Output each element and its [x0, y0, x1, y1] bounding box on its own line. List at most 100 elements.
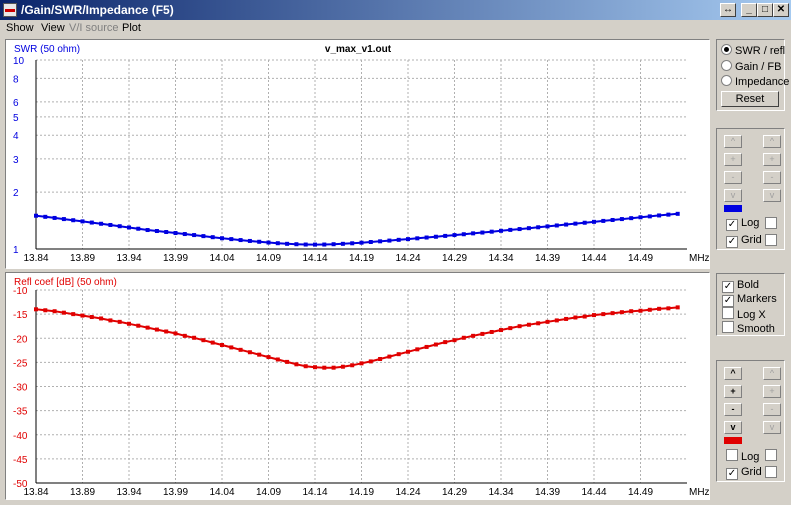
- x-tick-label: 14.24: [395, 253, 420, 264]
- restore-size-button[interactable]: ↔: [720, 3, 736, 17]
- menu-vi-source[interactable]: V/I source: [69, 22, 119, 34]
- data-point: [443, 340, 448, 345]
- title-bar[interactable]: /Gain/SWR/Impedance (F5) ↔ _ □ ✕: [0, 0, 791, 20]
- menu-bar: Show View V/I source Plot: [0, 20, 791, 37]
- right-scale-plus-button[interactable]: +: [763, 153, 781, 166]
- left-scale-up-button[interactable]: ^: [724, 135, 742, 148]
- refl-coef-plot[interactable]: -10 -15 -20 -25 -30 -35 -40 -45 -50 13.84 13.89 13.…: [5, 272, 710, 500]
- data-point: [517, 324, 522, 329]
- radio-label: Impedance: [735, 76, 790, 88]
- data-point: [173, 231, 178, 236]
- data-point: [136, 226, 141, 231]
- data-point: [415, 347, 420, 352]
- log-checkbox[interactable]: ✓ Log: [726, 217, 760, 231]
- grid-right-checkbox[interactable]: [765, 234, 780, 247]
- left-scale-plus-button[interactable]: +: [724, 153, 742, 166]
- data-point: [350, 241, 355, 246]
- y-tick-label: 2: [13, 188, 19, 199]
- data-point: [313, 242, 317, 247]
- data-point: [192, 335, 197, 340]
- minimize-button[interactable]: _: [741, 3, 757, 17]
- radio-impedance[interactable]: Impedance: [721, 75, 789, 89]
- data-point: [666, 306, 671, 311]
- smooth-checkbox[interactable]: Smooth: [722, 321, 775, 335]
- data-point: [61, 310, 66, 315]
- menu-show[interactable]: Show: [6, 22, 34, 34]
- data-point: [471, 333, 476, 338]
- menu-plot[interactable]: Plot: [122, 22, 141, 34]
- right-scale-up-button[interactable]: ^: [763, 367, 781, 380]
- y-tick-label: -40: [13, 431, 28, 442]
- data-point: [257, 352, 262, 357]
- data-point: [201, 338, 206, 343]
- y-tick-label: 4: [13, 131, 19, 142]
- right-scale-plus-button[interactable]: +: [763, 385, 781, 398]
- markers-checkbox[interactable]: ✓ Markers: [722, 293, 777, 307]
- x-tick-label: 14.29: [442, 487, 467, 498]
- data-point: [266, 355, 271, 360]
- log-x-checkbox[interactable]: Log X: [722, 307, 766, 321]
- checkbox-box: ✓: [722, 295, 734, 307]
- left-scale-up-button[interactable]: ^: [724, 367, 742, 380]
- log-right-checkbox[interactable]: [765, 217, 780, 230]
- grid-right-checkbox[interactable]: [765, 466, 780, 479]
- menu-view[interactable]: View: [41, 22, 65, 34]
- right-scale-down-button[interactable]: v: [763, 421, 781, 434]
- data-point: [424, 235, 429, 240]
- series-color-swatch[interactable]: [724, 437, 742, 444]
- left-scale-down-button[interactable]: v: [724, 421, 742, 434]
- reset-button[interactable]: Reset: [721, 91, 779, 107]
- data-point: [592, 219, 596, 224]
- data-point: [127, 225, 131, 230]
- swr-plot[interactable]: 1 2 3 4 5 6 8 10 13.84 13.89 13.94 13.99 14.04 14.09 1…: [5, 39, 710, 269]
- data-point: [359, 240, 364, 245]
- right-scale-up-button[interactable]: ^: [763, 135, 781, 148]
- left-scale-plus-button[interactable]: +: [724, 385, 742, 398]
- data-point: [499, 328, 503, 333]
- checkbox-box: [765, 449, 777, 461]
- x-tick-label: 14.49: [628, 487, 653, 498]
- log-right-checkbox[interactable]: [765, 449, 780, 462]
- data-point: [108, 318, 113, 323]
- data-point: [675, 211, 680, 216]
- x-tick-label: 14.19: [349, 253, 374, 264]
- data-point: [164, 329, 169, 334]
- checkbox-label: Log: [741, 217, 760, 229]
- data-point: [61, 217, 66, 222]
- left-scale-minus-button[interactable]: -: [724, 171, 742, 184]
- right-scale-minus-button[interactable]: -: [763, 171, 781, 184]
- data-point: [508, 326, 513, 331]
- data-point: [564, 316, 569, 321]
- data-point: [536, 321, 541, 326]
- data-point: [275, 357, 280, 362]
- window-title: /Gain/SWR/Impedance (F5): [21, 3, 174, 17]
- data-point: [247, 238, 252, 243]
- left-scale-down-button[interactable]: v: [724, 189, 742, 202]
- bold-checkbox[interactable]: ✓ Bold: [722, 279, 759, 293]
- swr-chart: 1 2 3 4 5 6 8 10 13.84 13.89 13.94 13.99 14.04 14.09 1…: [13, 44, 710, 264]
- maximize-button[interactable]: □: [757, 3, 773, 17]
- grid-checkbox[interactable]: ✓ Grid: [726, 466, 762, 480]
- data-point: [80, 219, 85, 224]
- left-scale-minus-button[interactable]: -: [724, 403, 742, 416]
- series-color-swatch[interactable]: [724, 205, 742, 212]
- right-scale-down-button[interactable]: v: [763, 189, 781, 202]
- plot-options-panel: ✓ Bold ✓ Markers Log X Smooth: [716, 273, 785, 336]
- x-tick-label: 13.89: [70, 253, 95, 264]
- data-point: [378, 356, 383, 361]
- data-point: [192, 233, 197, 238]
- grid-checkbox[interactable]: ✓ Grid: [726, 234, 762, 248]
- data-point: [638, 215, 643, 220]
- close-button[interactable]: ✕: [773, 3, 789, 17]
- data-point: [229, 345, 234, 350]
- right-scale-minus-button[interactable]: -: [763, 403, 781, 416]
- radio-gain-fb[interactable]: Gain / FB: [721, 60, 781, 74]
- log-checkbox[interactable]: Log: [726, 449, 759, 463]
- app-icon[interactable]: [3, 3, 17, 17]
- data-point: [554, 318, 559, 323]
- data-point: [313, 365, 317, 370]
- checkbox-label: Log X: [737, 309, 766, 321]
- data-point: [127, 321, 131, 326]
- y-tick-label: -20: [13, 334, 28, 345]
- radio-swr-refl[interactable]: SWR / refl: [721, 44, 785, 58]
